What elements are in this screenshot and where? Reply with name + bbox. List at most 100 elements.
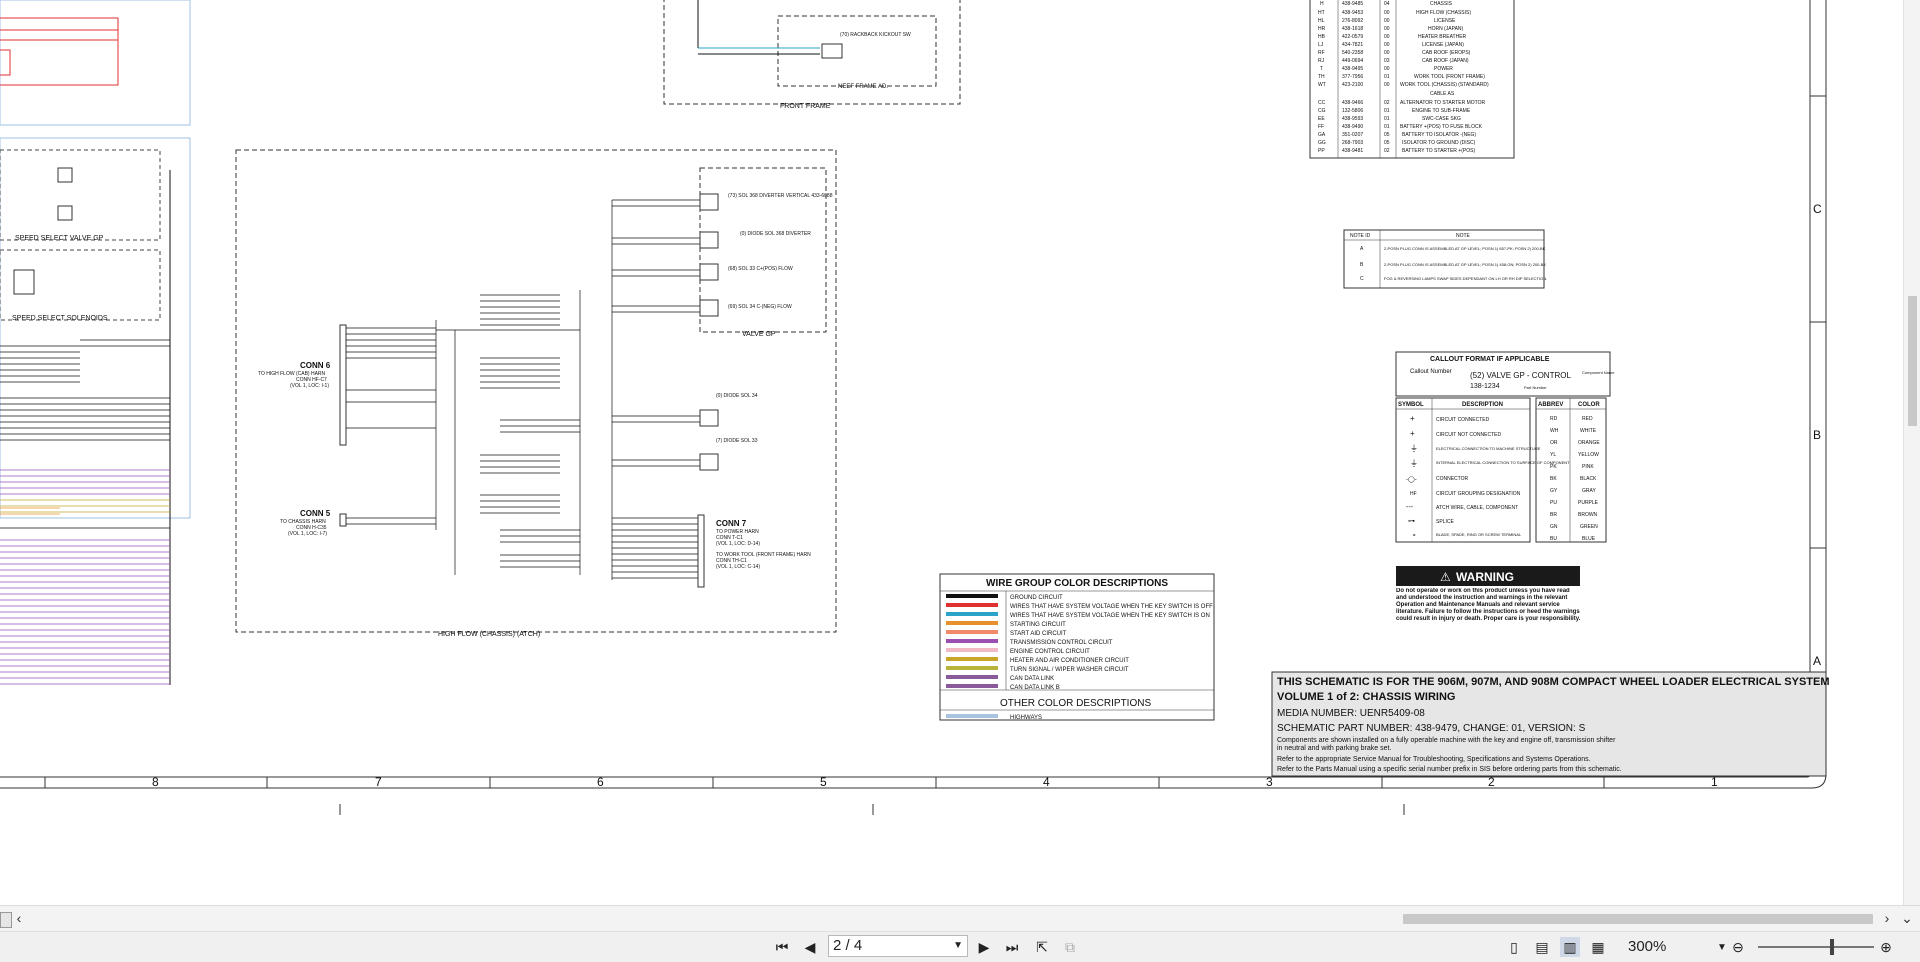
table-cell: BATTERY +(POS) TO FUSE BLOCK	[1400, 124, 1483, 130]
wire-colors-title: WIRE GROUP COLOR DESCRIPTIONS	[986, 578, 1168, 589]
abbrev: PU	[1550, 500, 1557, 506]
document-viewport[interactable]: 8 7 6 5 4 3 2 1 C B A SPEED SELECT VALVE…	[0, 0, 1920, 905]
table-cell: CAB ROOF (JAPAN)	[1422, 58, 1469, 64]
table-cell: 05	[1384, 140, 1390, 146]
table-cell: 03	[1384, 58, 1390, 64]
scroll-right-arrow-icon[interactable]: ›	[1880, 910, 1894, 926]
table-cell: 438-9495	[1342, 66, 1363, 72]
symbol-desc: CIRCUIT NOT CONNECTED	[1436, 432, 1501, 438]
table-cell: BATTERY TO ISOLATOR -(NEG)	[1402, 132, 1476, 138]
table-cell: 04	[1384, 1, 1390, 7]
table-cell: ISOLATOR TO GROUND (DISC)	[1402, 140, 1476, 146]
page-number-value: 2 / 4	[833, 937, 863, 954]
two-page-view-button[interactable]: ▥	[1560, 937, 1580, 957]
table-row: HT	[1318, 10, 1325, 16]
valve-gp-label: VALVE GP	[742, 331, 776, 338]
next-page-icon: ▶	[978, 938, 990, 955]
table-cell: 00	[1384, 50, 1390, 56]
zoom-in-button[interactable]: ⊕	[1876, 937, 1896, 957]
table-cell: LICENSE	[1434, 18, 1456, 24]
continuous-view-button[interactable]: ▤	[1532, 937, 1552, 957]
next-page-button[interactable]: ▶	[974, 937, 994, 957]
insert-button[interactable]: ⧉	[1060, 937, 1080, 957]
row-letter: A	[1813, 654, 1821, 668]
chevron-down-icon[interactable]: ▼	[953, 936, 963, 956]
previous-page-button[interactable]: ◀	[800, 937, 820, 957]
zoom-level: 300%	[1628, 938, 1667, 955]
table-cell: 02	[1384, 100, 1390, 106]
table-cell: 438-9453	[1342, 10, 1363, 16]
callout-title: CALLOUT FORMAT IF APPLICABLE	[1430, 356, 1550, 363]
zone-number: 2	[1488, 775, 1495, 789]
conn7-desc3: (VOL 1, LOC: D-14)	[716, 541, 760, 547]
conn6-title: CONN 6	[300, 361, 331, 370]
book-view-icon: ▦	[1591, 938, 1605, 955]
horizontal-scrollbar-thumb[interactable]	[1403, 914, 1873, 924]
insert-icon: ⧉	[1065, 938, 1075, 955]
wire-color-label: CAN DATA LINK	[1010, 676, 1054, 682]
table-cell: ALTERNATOR TO STARTER MOTOR	[1400, 100, 1485, 106]
vertical-scrollbar[interactable]	[1903, 0, 1920, 905]
zone-number: 1	[1711, 775, 1718, 789]
book-view-button[interactable]: ▦	[1588, 937, 1608, 957]
panel-toggle[interactable]	[0, 912, 12, 928]
page-number-field[interactable]: 2 / 4 ▼	[828, 935, 968, 957]
table-row: GG	[1318, 140, 1326, 146]
other-color-label: HIGHWAYS	[1010, 715, 1042, 721]
horizontal-scrollbar[interactable]: ‹ › ⌄	[0, 905, 1920, 932]
title-line5: Components are shown installed on a full…	[1277, 737, 1616, 744]
single-page-view-button[interactable]: ▯	[1504, 937, 1524, 957]
abbrev-header: ABBREV	[1538, 402, 1563, 408]
abbrev: BK	[1550, 476, 1557, 482]
zoom-slider-handle[interactable]	[1830, 939, 1834, 955]
wire-color-swatch	[946, 675, 998, 679]
abbrev: RD	[1550, 416, 1558, 422]
table-row: PP	[1318, 148, 1325, 154]
table-cell: 449-0694	[1342, 58, 1363, 64]
last-page-icon: ⏭	[1005, 938, 1019, 955]
table-row: LJ	[1318, 42, 1324, 48]
table-row: CG	[1318, 108, 1326, 114]
wire-color-label: ENGINE CONTROL CIRCUIT	[1010, 649, 1090, 655]
symbol-desc: CIRCUIT CONNECTED	[1436, 417, 1490, 423]
table-cell: 276-8092	[1342, 18, 1363, 24]
color-name: RED	[1582, 416, 1593, 422]
table-cell: 423-2100	[1342, 82, 1363, 88]
color-name: GREEN	[1580, 524, 1598, 530]
wire-color-label: TRANSMISSION CONTROL CIRCUIT	[1010, 640, 1113, 646]
export-button[interactable]: ⇱	[1032, 937, 1052, 957]
scroll-down-arrow-icon[interactable]: ⌄	[1900, 910, 1914, 926]
zone-number: 3	[1266, 775, 1273, 789]
last-page-button[interactable]: ⏭	[1002, 937, 1022, 957]
note-id: A	[1360, 246, 1364, 252]
symbol-desc: CIRCUIT GROUPING DESIGNATION	[1436, 491, 1521, 497]
symbol-desc: ELECTRICAL CONNECTION TO MACHINE STRUCTU…	[1436, 446, 1541, 451]
table-cell: 00	[1384, 66, 1390, 72]
zoom-out-button[interactable]: ⊖	[1728, 937, 1748, 957]
conn6-desc3: (VOL 1, LOC: I-1)	[290, 383, 329, 389]
abbrev: PK	[1550, 464, 1557, 470]
scroll-left-arrow-icon[interactable]: ‹	[12, 910, 26, 926]
wire-color-label: HEATER AND AIR CONDITIONER CIRCUIT	[1010, 658, 1129, 664]
note-table: NOTE ID NOTE A 2-POSN PLUG CONN IS ASSEM…	[1343, 229, 1547, 289]
abbrev: BU	[1550, 536, 1557, 542]
hf-c4-label: (0) DIODE SOL 368 DIVERTER	[740, 231, 811, 237]
symbol-table: SYMBOL DESCRIPTION + CIRCUIT CONNECTED + C…	[1395, 397, 1570, 543]
wire-color-swatch	[946, 621, 998, 625]
symbol-desc: ATCH WIRE, CABLE, COMPONENT	[1436, 505, 1518, 511]
table-cell: CAB ROOF (EROPS)	[1422, 50, 1471, 56]
zoom-slider[interactable]	[1758, 946, 1874, 948]
table-row: CC	[1318, 100, 1326, 106]
callout-component-name: Component Name	[1582, 370, 1615, 375]
horizontal-scroll-track[interactable]	[28, 914, 1878, 924]
wire-rows: GROUND CIRCUIT WIRES THAT HAVE SYSTEM VOL…	[946, 594, 1213, 691]
vertical-scrollbar-thumb[interactable]	[1908, 296, 1917, 426]
color-abbrev-table: ABBREV COLOR RD RED WH WHITE OR ORANGE YL YE…	[1535, 397, 1607, 543]
table-row: GA	[1318, 132, 1326, 138]
wire-color-swatch	[946, 657, 998, 661]
symbol-glyph: +	[1410, 414, 1415, 423]
note-header-id: NOTE ID	[1350, 233, 1371, 239]
first-page-button[interactable]: ⏮	[772, 937, 792, 957]
wire-color-label: WIRES THAT HAVE SYSTEM VOLTAGE WHEN THE …	[1010, 613, 1210, 619]
wire-color-swatch	[946, 666, 998, 670]
